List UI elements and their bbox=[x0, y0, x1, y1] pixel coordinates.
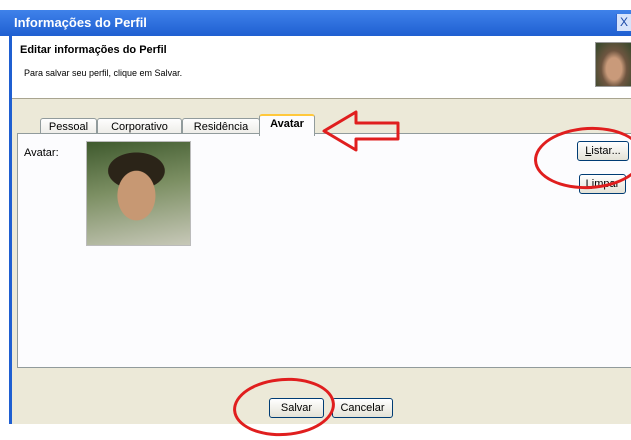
header-title: Editar informações do Perfil bbox=[20, 44, 167, 56]
avatar-image bbox=[86, 141, 191, 246]
window-title-bar: Informações do Perfil X bbox=[0, 10, 631, 36]
cancelar-button[interactable]: Cancelar bbox=[332, 398, 393, 418]
avatar-label: Avatar: bbox=[24, 147, 59, 159]
tab-avatar[interactable]: Avatar bbox=[259, 114, 315, 136]
dialog-header: Editar informações do Perfil Para salvar… bbox=[12, 36, 631, 99]
profile-dialog: Editar informações do Perfil Para salvar… bbox=[9, 36, 631, 424]
red-arrow-annotation bbox=[322, 110, 400, 152]
header-subtitle: Para salvar seu perfil, clique em Salvar… bbox=[24, 68, 183, 78]
header-avatar-thumbnail bbox=[595, 42, 631, 87]
close-icon[interactable]: X bbox=[616, 14, 631, 31]
window-title: Informações do Perfil bbox=[14, 15, 147, 30]
